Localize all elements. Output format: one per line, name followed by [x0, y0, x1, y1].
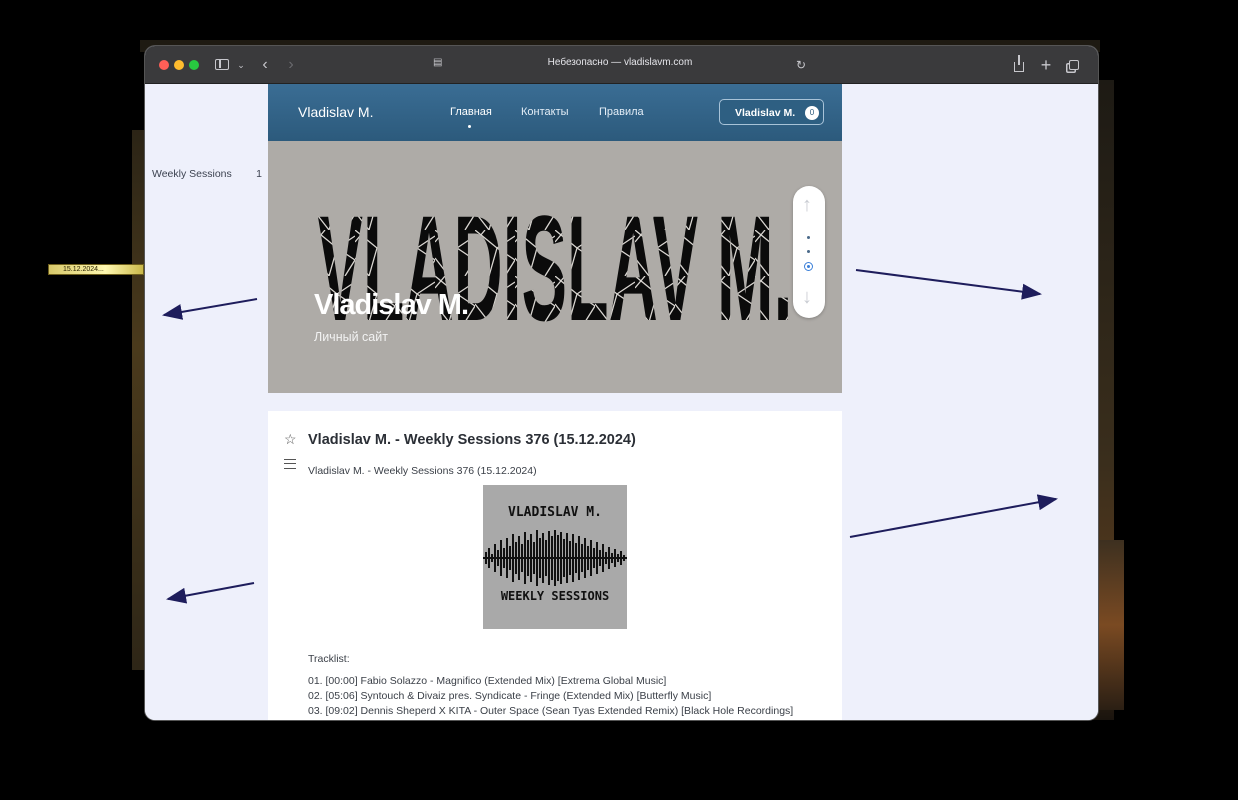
track-item: 02. [05:06] Syntouch & Divaiz pres. Synd… — [308, 690, 712, 702]
browser-toolbar: ⌄ ‹ › ▤ Небезопасно — vladislavm.com ↻ + — [145, 46, 1098, 84]
track-item: 03. [09:02] Dennis Sheperd X KITA - Oute… — [308, 705, 794, 717]
notification-badge: 0 — [805, 106, 819, 120]
arrow-up-icon[interactable]: ↑ — [802, 194, 812, 216]
close-window-button[interactable] — [159, 60, 169, 70]
reload-icon[interactable]: ↻ — [793, 55, 809, 75]
cover-image: VLADISLAV M. WEEKLY SESSIONS — [483, 485, 627, 629]
minimize-window-button[interactable] — [174, 60, 184, 70]
share-icon[interactable] — [1011, 55, 1027, 75]
menu-icon[interactable] — [284, 459, 296, 469]
nav-rules[interactable]: Правила — [599, 106, 644, 118]
user-name: Vladislav M. — [735, 107, 796, 119]
sidebar-item-count: 1 — [256, 168, 262, 180]
cover-top-text: VLADISLAV M. — [508, 505, 602, 520]
address-bar[interactable]: ▤ Небезопасно — vladislavm.com — [425, 54, 815, 76]
sidebar-item-weekly-sessions[interactable]: Weekly Sessions 1 — [152, 168, 262, 180]
forward-arrow-icon[interactable]: › — [283, 55, 299, 75]
tab-overview-icon[interactable] — [1065, 55, 1081, 75]
zoom-window-button[interactable] — [189, 60, 199, 70]
category-sidebar: Weekly Sessions 1 — [145, 84, 268, 720]
browser-window: ⌄ ‹ › ▤ Небезопасно — vladislavm.com ↻ +… — [145, 46, 1098, 720]
hero-subtitle: Личный сайт — [314, 330, 388, 344]
arrow-down-icon[interactable]: ↓ — [802, 286, 812, 308]
star-icon[interactable]: ☆ — [284, 431, 297, 448]
post-subtitle: Vladislav M. - Weekly Sessions 376 (15.1… — [308, 465, 537, 477]
active-nav-indicator — [468, 125, 471, 128]
new-tab-icon[interactable]: + — [1038, 55, 1054, 75]
address-text: Небезопасно — vladislavm.com — [547, 57, 693, 68]
waveform-graphic — [483, 530, 627, 586]
slide-scroll-control[interactable]: ↑ ↓ — [793, 186, 825, 318]
hero-title: Vladislav M. — [314, 289, 469, 321]
slide-dot[interactable] — [807, 250, 810, 253]
sidebar-item-label: Weekly Sessions — [152, 168, 232, 180]
background-scrap — [1096, 540, 1124, 710]
track-item: 01. [00:00] Fabio Solazzo - Magnifico (E… — [308, 675, 667, 687]
tracklist-label: Tracklist: — [308, 653, 350, 665]
back-arrow-icon[interactable]: ‹ — [257, 55, 273, 75]
sidebar-toggle-icon[interactable] — [213, 55, 231, 75]
page-content: Weekly Sessions 1 Vladislav M. Главная К… — [145, 84, 1098, 720]
background-scrap — [132, 130, 146, 670]
nav-home[interactable]: Главная — [450, 106, 492, 118]
cover-bottom-text: WEEKLY SESSIONS — [500, 589, 610, 603]
user-account-button[interactable]: Vladislav M. 0 — [719, 99, 824, 125]
chevron-down-icon[interactable]: ⌄ — [235, 55, 247, 75]
site-header: Vladislav M. Главная Контакты Правила Vl… — [268, 84, 842, 141]
nav-contacts[interactable]: Контакты — [521, 106, 569, 118]
post-title[interactable]: Vladislav M. - Weekly Sessions 376 (15.1… — [308, 432, 636, 448]
post-card: ☆ Vladislav M. - Weekly Sessions 376 (15… — [268, 411, 842, 720]
slide-dot[interactable] — [807, 236, 810, 239]
hero-banner: VLADISLAV M. Vladislav M. Личный сайт ↑ … — [268, 141, 842, 393]
site-logo[interactable]: Vladislav M. — [298, 104, 373, 120]
date-tag: 15.12.2024... — [48, 264, 144, 275]
slide-dot-current[interactable] — [804, 262, 813, 271]
